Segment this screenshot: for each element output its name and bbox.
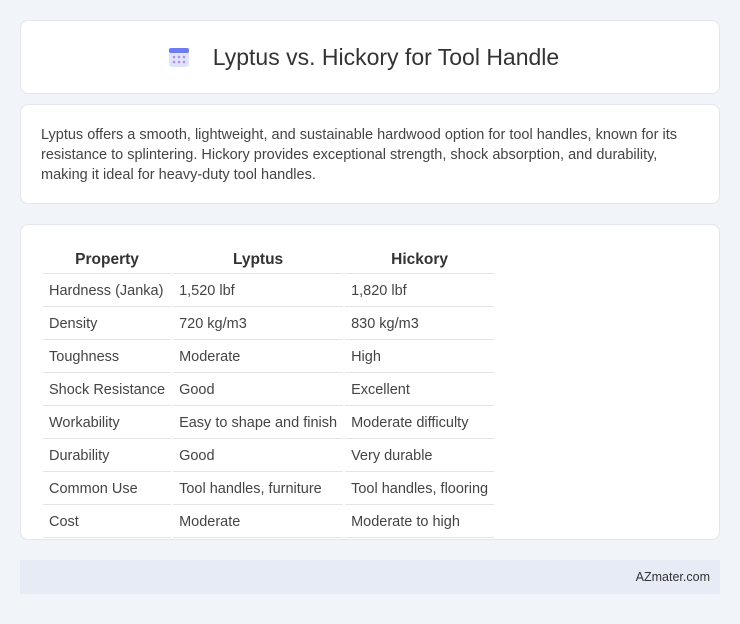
table-row: Workability Easy to shape and finish Mod…	[43, 408, 495, 439]
comparison-card: Property Lyptus Hickory Hardness (Janka)…	[20, 224, 720, 540]
table-row: Common Use Tool handles, furniture Tool …	[43, 474, 495, 505]
table-cell: Moderate difficulty	[345, 408, 495, 439]
title-card: Lyptus vs. Hickory for Tool Handle	[20, 20, 720, 94]
table-cell: Moderate	[173, 342, 344, 373]
table-header-row: Property Lyptus Hickory	[43, 249, 495, 274]
calendar-icon	[167, 45, 191, 69]
table-cell: 1,520 lbf	[173, 276, 344, 307]
table-row: Hardness (Janka) 1,520 lbf 1,820 lbf	[43, 276, 495, 307]
table-cell: Cost	[43, 507, 172, 538]
intro-card: Lyptus offers a smooth, lightweight, and…	[20, 104, 720, 204]
table-cell: Good	[173, 441, 344, 472]
table-row: Durability Good Very durable	[43, 441, 495, 472]
table-cell: Hardness (Janka)	[43, 276, 172, 307]
table-cell: Common Use	[43, 474, 172, 505]
table-cell: Excellent	[345, 375, 495, 406]
column-header: Lyptus	[173, 249, 344, 274]
table-cell: Tool handles, flooring	[345, 474, 495, 505]
table-cell: Tool handles, furniture	[173, 474, 344, 505]
page-title: Lyptus vs. Hickory for Tool Handle	[212, 43, 560, 70]
table-cell: Very durable	[345, 441, 495, 472]
column-header: Property	[43, 249, 172, 274]
table-cell: Shock Resistance	[43, 375, 172, 406]
footer-site-link[interactable]: AZmater.com	[636, 570, 710, 584]
table-cell: 1,820 lbf	[345, 276, 495, 307]
table-cell: 830 kg/m3	[345, 309, 495, 340]
table-cell: Good	[173, 375, 344, 406]
intro-text: Lyptus offers a smooth, lightweight, and…	[41, 127, 677, 183]
table-row: Toughness Moderate High	[43, 342, 495, 373]
table-cell: Workability	[43, 408, 172, 439]
table-cell: Moderate to high	[345, 507, 495, 538]
column-header: Hickory	[345, 249, 495, 274]
table-cell: Density	[43, 309, 172, 340]
comparison-table: Property Lyptus Hickory Hardness (Janka)…	[41, 247, 496, 540]
table-cell: Easy to shape and finish	[173, 408, 344, 439]
table-row: Density 720 kg/m3 830 kg/m3	[43, 309, 495, 340]
table-row: Cost Moderate Moderate to high	[43, 507, 495, 538]
table-cell: Durability	[43, 441, 172, 472]
table-cell: Toughness	[43, 342, 172, 373]
table-cell: 720 kg/m3	[173, 309, 344, 340]
table-cell: High	[345, 342, 495, 373]
footer-bar: AZmater.com	[20, 560, 720, 594]
table-cell: Moderate	[173, 507, 344, 538]
table-row: Shock Resistance Good Excellent	[43, 375, 495, 406]
